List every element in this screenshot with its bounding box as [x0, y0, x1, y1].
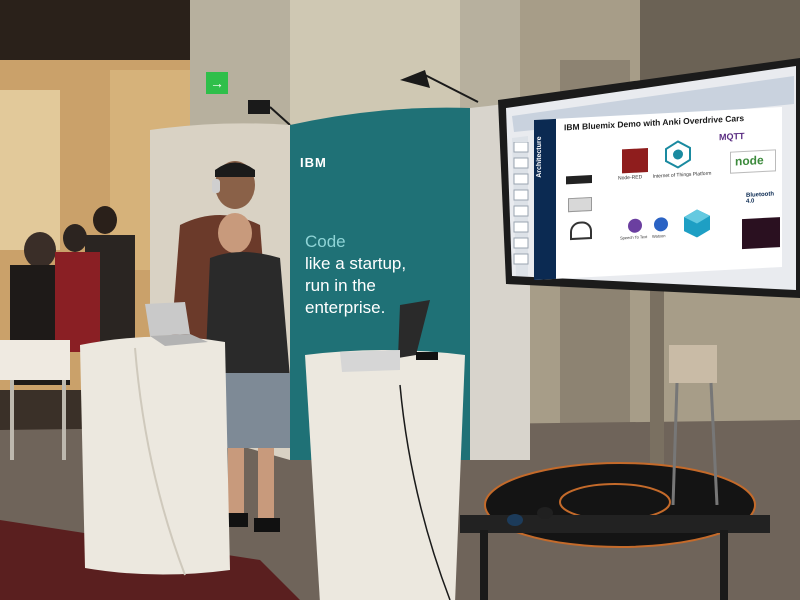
bluemix-cube-icon — [684, 209, 710, 238]
camera-device — [568, 196, 592, 213]
nodejs-label: node — [735, 152, 764, 169]
slide-canvas: Architecture IBM Bluemix Demo with Anki … — [534, 107, 782, 280]
nodejs-logo-box: node — [730, 149, 776, 174]
mqtt-label: MQTT — [719, 130, 745, 143]
watson-icon — [654, 216, 668, 232]
bar-stool — [669, 345, 719, 505]
iot-platform-icon — [665, 140, 691, 169]
left-pedestal — [80, 336, 230, 576]
watson-label: Watson — [652, 233, 666, 239]
node-red-label: Node-RED — [618, 174, 643, 182]
node-red-logo — [622, 148, 648, 174]
left-laptop — [145, 302, 208, 346]
speech-to-text-label: Speech To Text — [620, 234, 648, 241]
iot-platform-label: Internet of Things Platform — [652, 170, 712, 180]
banner-headline-line-1: Code — [305, 232, 346, 251]
right-laptop — [340, 300, 438, 372]
kinect-device — [566, 174, 592, 185]
bluetooth-label: Bluetooth 4.0 — [746, 191, 774, 205]
slide-sidebar: Architecture — [534, 118, 556, 280]
speech-to-text-icon — [628, 218, 642, 234]
banner-headline-line-3: run in the — [305, 276, 376, 295]
banner-headline-line-2: like a startup, — [305, 254, 407, 273]
slide-sidebar-label: Architecture — [536, 136, 543, 178]
right-pedestal — [305, 350, 465, 600]
anki-car-image — [742, 217, 780, 250]
ibm-logo: IBM — [300, 155, 327, 170]
photo-scene: → IBM Code like a startup, run in the en… — [0, 0, 800, 600]
anki-track-table — [460, 462, 770, 600]
monitor: Architecture IBM Bluemix Demo with Anki … — [498, 58, 800, 298]
headset-device — [570, 220, 592, 241]
slide-thumbnails — [513, 142, 529, 265]
